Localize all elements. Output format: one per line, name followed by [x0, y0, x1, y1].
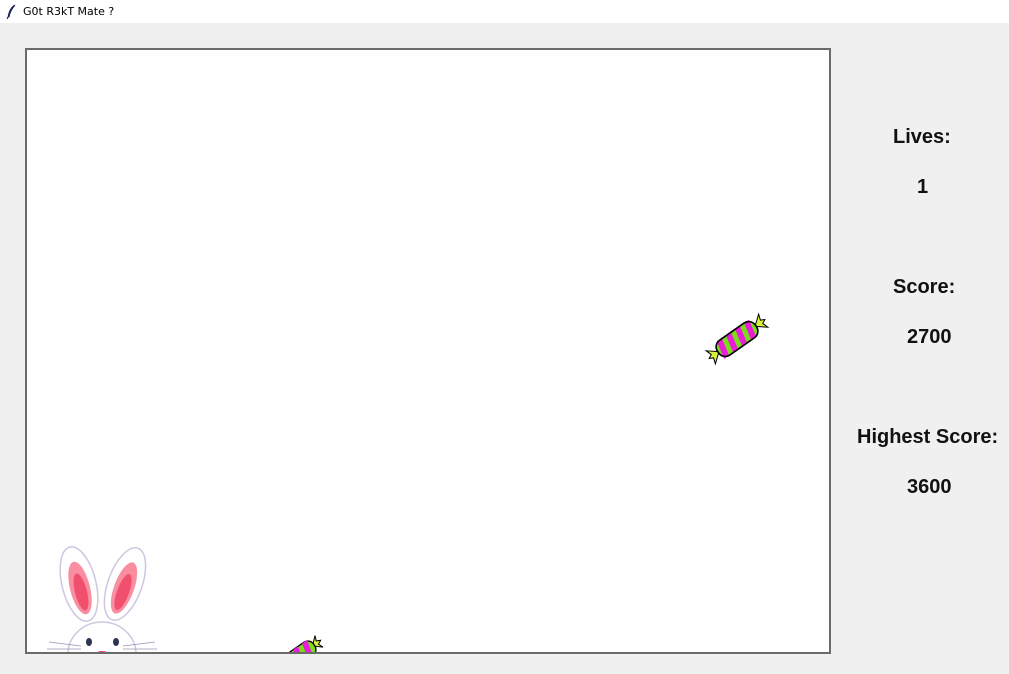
lives-label: Lives:: [893, 126, 951, 148]
bunny-player: [47, 542, 157, 652]
lives-value: 1: [917, 176, 929, 198]
highest-score-value: 3600: [907, 476, 952, 498]
window-title: G0t R3kT Mate ?: [23, 5, 115, 18]
score-label: Score:: [893, 276, 956, 298]
candy-sprite: [703, 305, 771, 373]
highest-score-label: Highest Score:: [857, 426, 999, 448]
title-bar: G0t R3kT Mate ?: [0, 0, 1009, 23]
feather-icon[interactable]: [4, 4, 20, 20]
score-value: 2700: [907, 326, 952, 348]
game-canvas[interactable]: [25, 48, 831, 654]
candy-sprite: [281, 632, 325, 652]
